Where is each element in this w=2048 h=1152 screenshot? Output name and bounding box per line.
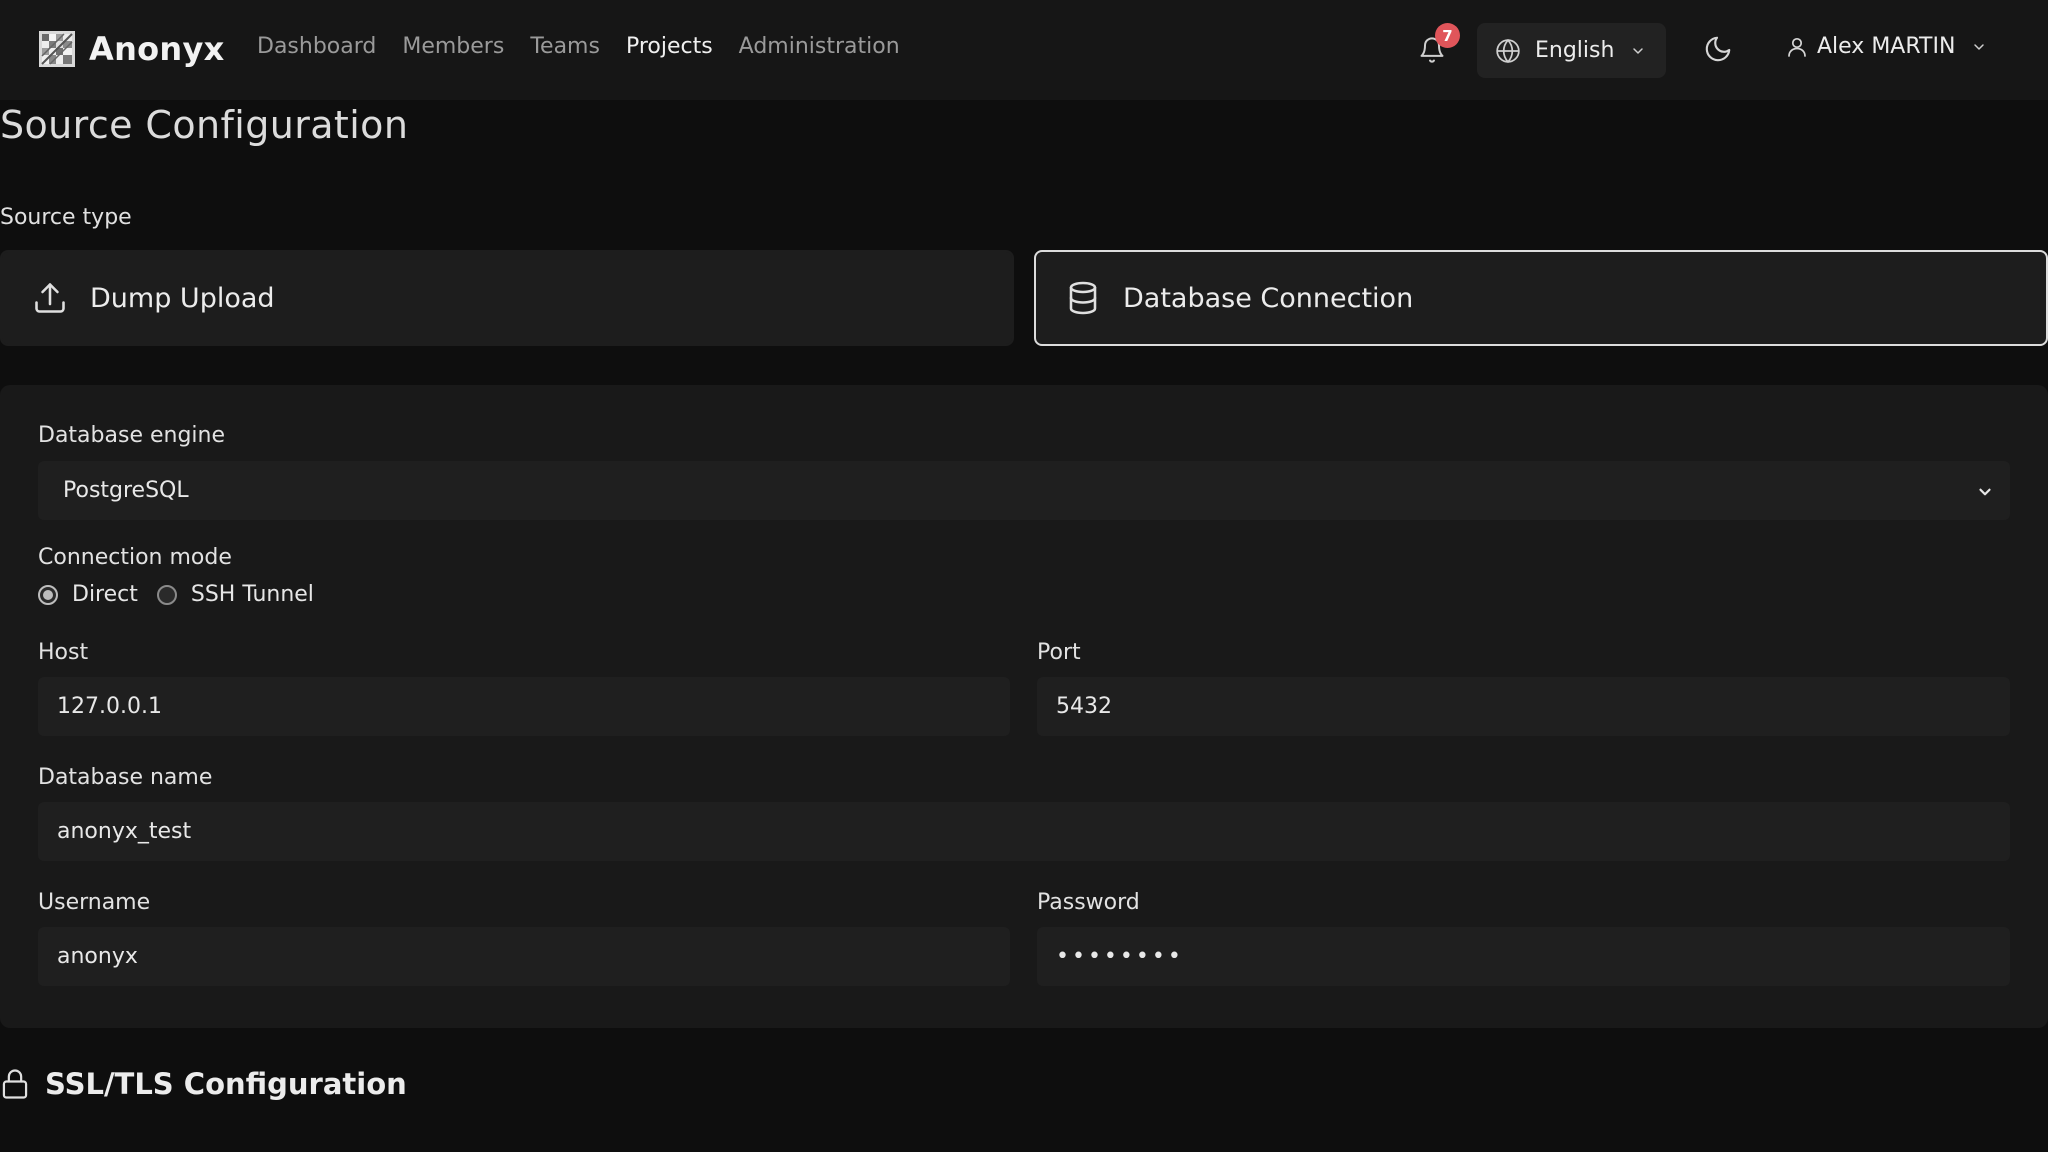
- radio-selected-dot: [43, 589, 53, 600]
- database-engine-select[interactable]: PostgreSQL: [38, 461, 2010, 520]
- connection-mode-radio-group: Direct SSH Tunnel: [38, 582, 333, 607]
- database-icon: [1069, 281, 1097, 315]
- port-label: Port: [1037, 640, 1081, 665]
- language-label: English: [1535, 38, 1615, 63]
- chevron-down-icon: [1974, 43, 1985, 50]
- username-label: Username: [38, 890, 151, 915]
- connection-mode-label: Connection mode: [38, 545, 232, 570]
- nav-link-dashboard[interactable]: Dashboard: [257, 34, 376, 59]
- nav-link-teams[interactable]: Teams: [530, 34, 600, 59]
- source-type-label: Source type: [0, 205, 132, 230]
- radio-direct-label[interactable]: Direct: [72, 582, 138, 607]
- port-input[interactable]: 5432: [1037, 677, 2010, 736]
- nav-link-administration[interactable]: Administration: [739, 34, 900, 59]
- lock-icon: [2, 1069, 28, 1099]
- radio-ssh-tunnel[interactable]: [156, 584, 177, 605]
- brand[interactable]: Anonyx: [38, 30, 225, 68]
- nav-link-members[interactable]: Members: [402, 34, 504, 59]
- radio-ssh-tunnel-label[interactable]: SSH Tunnel: [191, 582, 314, 607]
- upload-icon: [35, 283, 65, 313]
- user-name: Alex MARTIN: [1817, 34, 1956, 59]
- ssl-section-title: SSL/TLS Configuration: [45, 1067, 407, 1101]
- database-engine-value: PostgreSQL: [63, 478, 189, 503]
- moon-icon: [1705, 36, 1731, 62]
- source-option-database-connection[interactable]: Database Connection: [1034, 250, 2048, 346]
- top-navbar: Anonyx Dashboard Members Teams Projects …: [0, 0, 2048, 100]
- source-option-dump-upload[interactable]: Dump Upload: [0, 250, 1014, 346]
- radio-direct[interactable]: [38, 584, 58, 605]
- main-nav: Dashboard Members Teams Projects Adminis…: [257, 34, 926, 59]
- password-label: Password: [1037, 890, 1140, 915]
- database-name-input[interactable]: anonyx_test: [38, 802, 2010, 861]
- host-input[interactable]: 127.0.0.1: [38, 677, 1010, 736]
- ssl-section-header: SSL/TLS Configuration: [0, 1067, 407, 1101]
- username-input[interactable]: anonyx: [38, 927, 1010, 986]
- connection-form-panel: Database engine PostgreSQL Connection mo…: [0, 385, 2048, 1028]
- notifications-button[interactable]: 7: [1418, 23, 1460, 66]
- port-value: 5432: [1056, 694, 1112, 719]
- nav-link-projects[interactable]: Projects: [626, 34, 713, 59]
- notification-count-badge: 7: [1435, 23, 1460, 48]
- user-icon: [1788, 37, 1806, 57]
- database-name-label: Database name: [38, 765, 213, 790]
- theme-toggle-button[interactable]: [1703, 34, 1737, 68]
- password-value: ••••••••: [1056, 944, 1184, 969]
- database-engine-label: Database engine: [38, 423, 225, 448]
- language-select[interactable]: English: [1477, 23, 1666, 78]
- globe-icon: [1496, 38, 1520, 63]
- anonyx-logo-icon: [39, 31, 75, 67]
- page-title: Source Configuration: [0, 103, 409, 147]
- source-option-label: Dump Upload: [90, 282, 275, 314]
- host-value: 127.0.0.1: [57, 694, 162, 719]
- database-name-value: anonyx_test: [57, 819, 192, 844]
- source-option-label: Database Connection: [1123, 282, 1414, 314]
- username-value: anonyx: [57, 944, 138, 969]
- host-label: Host: [38, 640, 89, 665]
- user-menu[interactable]: Alex MARTIN: [1785, 34, 1987, 59]
- chevron-down-icon: [1633, 47, 1644, 54]
- password-input[interactable]: ••••••••: [1037, 927, 2010, 986]
- chevron-down-icon: [1979, 488, 1991, 496]
- brand-name: Anonyx: [89, 30, 225, 68]
